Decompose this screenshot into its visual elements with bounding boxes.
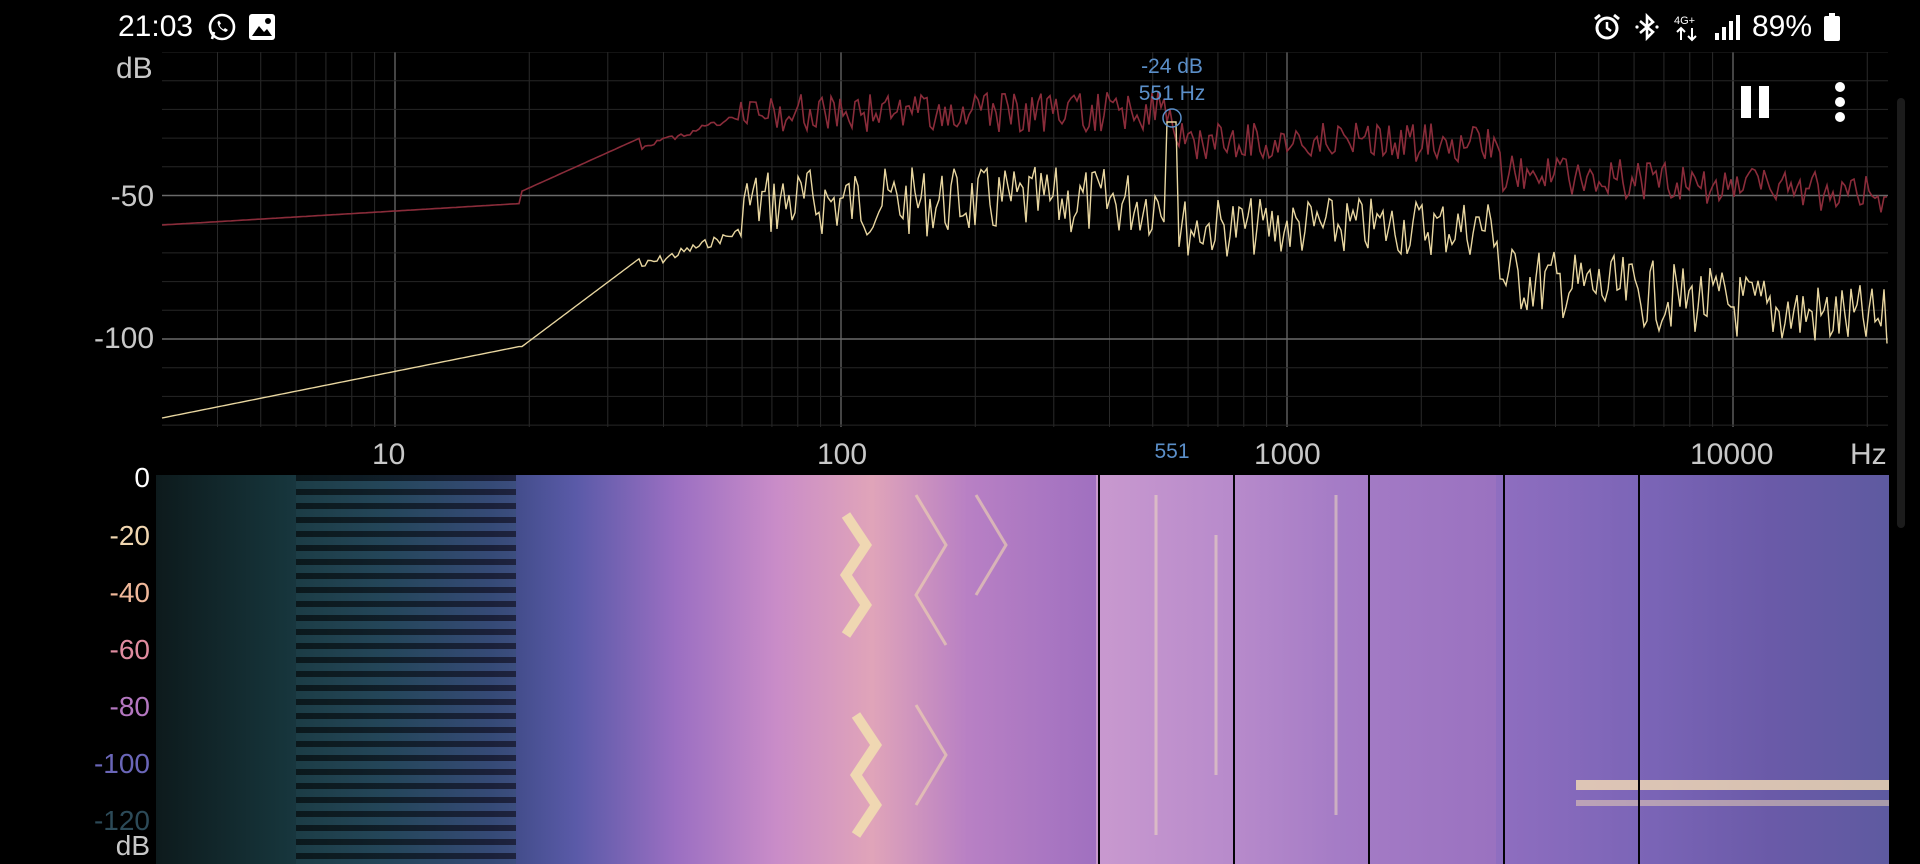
spectrum-panel[interactable]: dB -50 -100 -24 dB 551 Hz xyxy=(0,52,1920,475)
spec-y-tick-80: -80 xyxy=(109,691,150,722)
pause-icon[interactable] xyxy=(1738,84,1772,120)
battery-percent: 89% xyxy=(1751,10,1812,43)
more-vert-icon[interactable] xyxy=(1825,80,1855,124)
x-tick-10: 10 xyxy=(372,438,406,471)
spectrogram-divider xyxy=(1368,475,1370,864)
signal-icon xyxy=(1714,15,1740,40)
spec-y-unit: dB xyxy=(115,830,150,861)
status-time: 21:03 xyxy=(118,10,194,43)
gallery-icon xyxy=(249,14,275,40)
status-bar: 21:03 4G+ 89% xyxy=(0,0,1920,52)
peak-freq-label: 551 Hz xyxy=(1138,82,1206,105)
spectrogram-overlay xyxy=(839,494,1889,838)
spectrogram-divider xyxy=(1233,475,1235,864)
y-unit-label: dB xyxy=(116,52,153,85)
peak-marker-label: 551 xyxy=(1154,440,1190,463)
spectrogram[interactable] xyxy=(156,475,1889,864)
svg-text:4G+: 4G+ xyxy=(1674,15,1695,27)
x-tick-10000: 10000 xyxy=(1690,438,1774,471)
scrollbar[interactable] xyxy=(1897,98,1905,528)
y-tick-50: -50 xyxy=(110,180,154,213)
spec-y-tick-20: -20 xyxy=(109,520,150,551)
spectrum-plot[interactable] xyxy=(0,52,1920,475)
spec-y-tick-60: -60 xyxy=(109,634,150,665)
bluetooth-icon xyxy=(1635,12,1659,42)
spectrogram-divider xyxy=(1503,475,1505,864)
spec-y-tick-40: -40 xyxy=(109,577,150,608)
x-tick-1000: 1000 xyxy=(1254,438,1321,471)
spec-y-tick-0: 0 xyxy=(134,462,150,493)
x-tick-100: 100 xyxy=(817,438,868,471)
battery-icon xyxy=(1824,13,1840,41)
status-right: 4G+ 89% xyxy=(1592,10,1842,44)
peak-level-label: -24 dB xyxy=(1141,55,1203,78)
spectrogram-divider xyxy=(1098,475,1100,864)
x-unit-label: Hz xyxy=(1850,438,1887,471)
spectrogram-divider xyxy=(1638,475,1640,864)
spec-y-tick-100: -100 xyxy=(93,748,150,779)
4g-plus-icon: 4G+ xyxy=(1674,15,1697,42)
whatsapp-icon xyxy=(208,13,236,41)
alarm-icon xyxy=(1594,13,1620,40)
y-tick-100: -100 xyxy=(93,322,154,355)
